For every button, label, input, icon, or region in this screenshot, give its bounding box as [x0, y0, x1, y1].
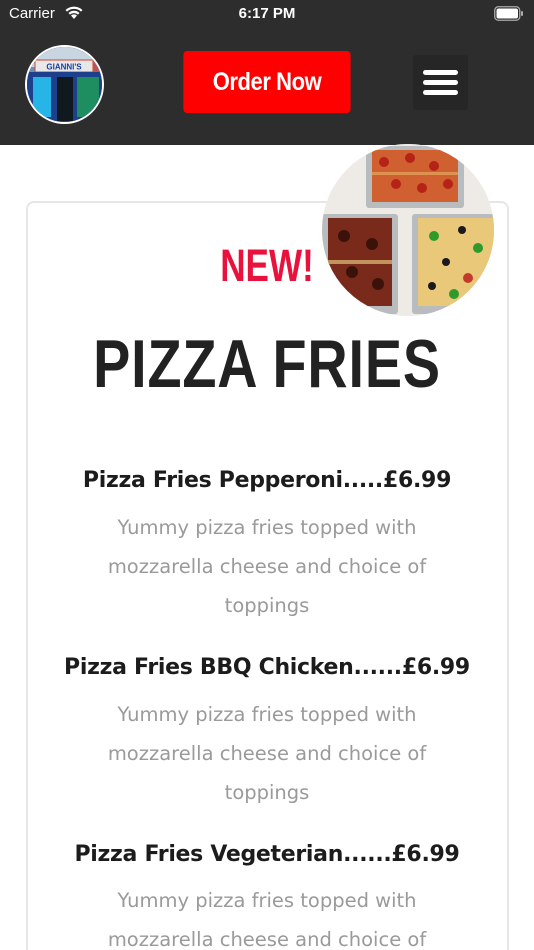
new-badge: NEW! [220, 240, 314, 291]
menu-item-name: Pizza Fries Pepperoni.....£6.99 [82, 468, 452, 493]
battery-icon [494, 6, 523, 21]
menu-item-description-text: Yummy pizza fries topped with mozzarella… [107, 516, 427, 617]
menu-item-name: Pizza Fries Vegeterian......£6.99 [74, 842, 460, 867]
site-header: GIANNI'S Order Now [0, 28, 534, 145]
menu-button[interactable] [413, 55, 468, 110]
status-bar: Carrier 6:17 PM [0, 0, 534, 28]
restaurant-logo[interactable]: GIANNI'S [25, 45, 104, 124]
hamburger-icon [423, 70, 458, 75]
menu-item-description-text: Yummy pizza fries topped with mozzarella… [107, 703, 427, 804]
logo-sign-text: GIANNI'S [46, 63, 82, 72]
hamburger-icon-bar [423, 90, 458, 95]
section-title: PIZZA FRIES [93, 326, 441, 402]
hamburger-icon-bar [423, 80, 458, 85]
menu-item-description: Yummy pizza fries topped with mozzarella… [0, 695, 534, 812]
menu-item-description-text: Yummy pizza fries topped with mozzarella… [107, 889, 427, 950]
storefront-image: GIANNI'S [27, 47, 102, 122]
menu-item-description: Yummy pizza fries topped with mozzarella… [0, 881, 534, 950]
menu-item-name: Pizza Fries BBQ Chicken......£6.99 [64, 655, 470, 680]
order-now-button[interactable]: Order Now [183, 51, 351, 113]
status-time: 6:17 PM [238, 5, 296, 22]
menu-item-description: Yummy pizza fries topped with mozzarella… [0, 508, 534, 625]
